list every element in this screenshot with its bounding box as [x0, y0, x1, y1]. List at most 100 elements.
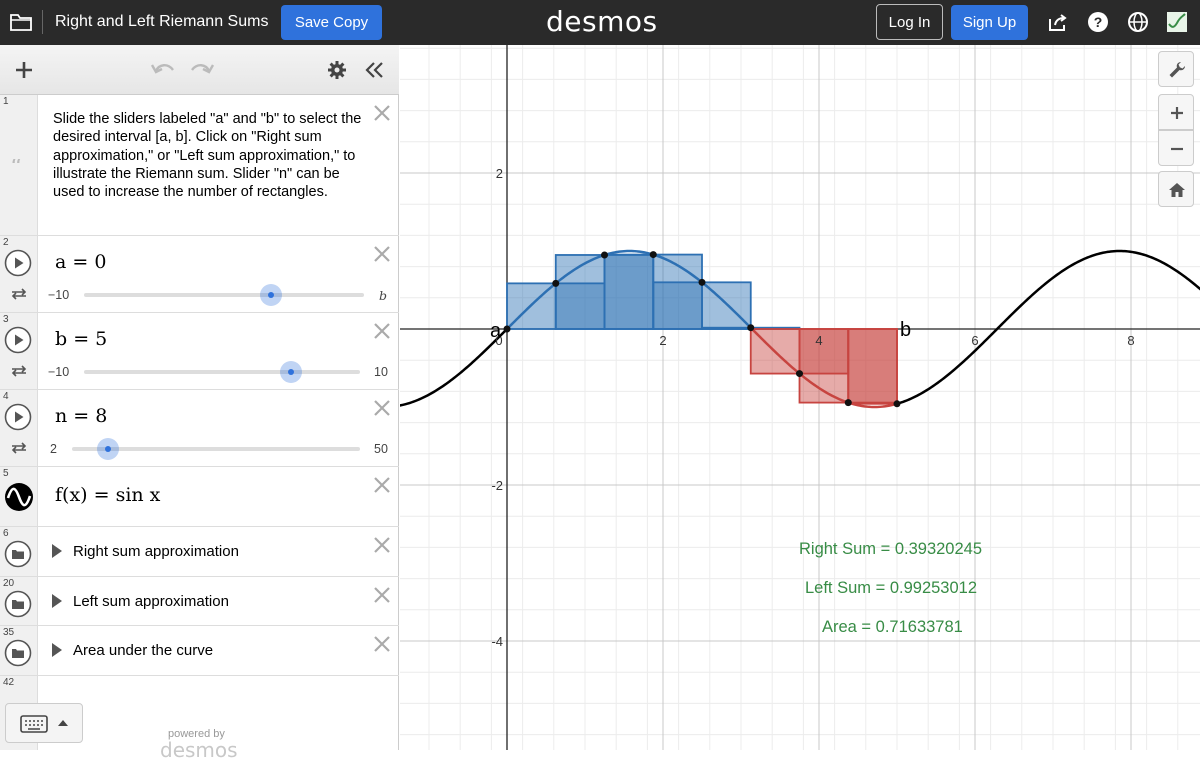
point-a-label: a: [490, 320, 502, 342]
graph-settings-button[interactable]: [1158, 51, 1194, 87]
collapse-panel-icon[interactable]: [364, 59, 386, 81]
slider-a-math[interactable]: a = 0: [55, 251, 106, 273]
expression-gutter: 2: [0, 236, 38, 312]
close-icon[interactable]: [373, 635, 391, 653]
add-expression-icon[interactable]: [13, 59, 35, 81]
slider-min[interactable]: −10: [48, 365, 69, 379]
gear-icon[interactable]: [327, 60, 347, 80]
close-icon[interactable]: [373, 322, 391, 340]
slider-track[interactable]: [84, 370, 360, 374]
folder-label[interactable]: Left sum approximation: [73, 593, 229, 610]
globe-icon[interactable]: [1127, 11, 1149, 33]
y-tick-label: -4: [491, 634, 503, 649]
right-sum-label: Right Sum = 0.39320245: [799, 540, 983, 558]
play-icon[interactable]: [4, 403, 32, 431]
graph-paper[interactable]: 2 4 6 8 0 2 -2 -4 a b Right Sum = 0.39320245 Left…: [400, 45, 1200, 750]
folder-right-sum[interactable]: 6 Right sum approximation: [0, 527, 399, 577]
redo-icon[interactable]: [189, 59, 215, 79]
graph-style-icon[interactable]: [4, 482, 34, 512]
close-icon[interactable]: [373, 536, 391, 554]
folder-icon[interactable]: [8, 10, 34, 34]
keyboard-icon: [20, 715, 48, 733]
close-icon[interactable]: [373, 245, 391, 263]
graph-thumbnail-icon[interactable]: [1166, 11, 1188, 33]
home-button[interactable]: [1158, 171, 1194, 207]
expand-triangle-icon[interactable]: [51, 543, 63, 559]
slider-n-expression[interactable]: 4 n = 8 2 50: [0, 390, 399, 467]
play-icon[interactable]: [4, 326, 32, 354]
partition-point: [552, 279, 560, 287]
folder-label[interactable]: Right sum approximation: [73, 543, 239, 560]
folder-icon[interactable]: [4, 590, 32, 618]
loop-icon[interactable]: [10, 287, 28, 301]
powered-by-logo: desmos: [160, 738, 238, 762]
slider-handle[interactable]: [280, 361, 302, 383]
right-sum-rectangle: [603, 253, 655, 330]
y-tick-label: -2: [491, 478, 503, 493]
zoom-in-button[interactable]: [1158, 94, 1194, 130]
folder-area[interactable]: 35 Area under the curve: [0, 626, 399, 676]
expression-gutter: 35: [0, 626, 38, 675]
help-icon[interactable]: ?: [1087, 11, 1109, 33]
function-expression[interactable]: 5 f(x) = sin x: [0, 467, 399, 527]
expression-gutter: 6: [0, 527, 38, 576]
expression-number: 2: [3, 237, 9, 248]
close-icon[interactable]: [373, 104, 391, 122]
expression-number: 4: [3, 391, 9, 402]
play-icon[interactable]: [4, 249, 32, 277]
slider-min[interactable]: 2: [50, 442, 57, 456]
loop-icon[interactable]: [10, 364, 28, 378]
x-tick-label: 6: [971, 333, 978, 348]
expand-triangle-icon[interactable]: [51, 642, 63, 658]
partition-point: [601, 251, 608, 259]
home-icon: [1169, 183, 1185, 197]
slider-max[interactable]: 50: [374, 442, 388, 456]
expression-number: 20: [3, 578, 15, 589]
folder-left-sum[interactable]: 20 Left sum approximation: [0, 577, 399, 626]
share-icon[interactable]: [1047, 11, 1069, 33]
note-expression[interactable]: 1 “ Slide the sliders labeled "a" and "b…: [0, 95, 399, 236]
graph-canvas[interactable]: 2 4 6 802-2-4a b: [400, 45, 1200, 750]
expression-gutter: 1 “: [0, 95, 38, 235]
slider-b-expression[interactable]: 3 b = 5 −10 10: [0, 313, 399, 390]
slider-n-math[interactable]: n = 8: [55, 405, 107, 427]
svg-text:?: ?: [1094, 14, 1103, 30]
slider-a-expression[interactable]: 2 a = 0 −10 b: [0, 236, 399, 313]
keyboard-toggle-button[interactable]: [5, 703, 83, 743]
loop-icon[interactable]: [10, 441, 28, 455]
zoom-out-button[interactable]: [1158, 130, 1194, 166]
graph-title[interactable]: Right and Left Riemann Sums: [55, 13, 268, 31]
save-copy-button[interactable]: Save Copy: [281, 5, 382, 40]
slider-handle[interactable]: [97, 438, 119, 460]
folder-label[interactable]: Area under the curve: [73, 642, 213, 659]
slider-b-math[interactable]: b = 5: [55, 328, 107, 350]
undo-icon[interactable]: [150, 59, 176, 79]
slider-track[interactable]: [84, 293, 364, 297]
slider-max[interactable]: b: [379, 288, 387, 303]
folder-icon[interactable]: [4, 540, 32, 568]
left-sum-label: Left Sum = 0.99253012: [805, 579, 978, 597]
expression-number: 1: [3, 96, 9, 107]
quote-icon: “: [10, 159, 22, 173]
close-icon[interactable]: [373, 586, 391, 604]
function-math[interactable]: f(x) = sin x: [55, 484, 160, 506]
log-in-button[interactable]: Log In: [876, 4, 943, 40]
y-tick-label: 2: [496, 166, 503, 181]
close-icon[interactable]: [373, 476, 391, 494]
right-sum-rectangle: [847, 328, 898, 405]
sign-up-button[interactable]: Sign Up: [951, 5, 1028, 40]
divider: [42, 10, 43, 34]
close-icon[interactable]: [373, 399, 391, 417]
function-curve: [896, 249, 1200, 405]
note-text[interactable]: Slide the sliders labeled "a" and "b" to…: [53, 110, 373, 201]
slider-handle[interactable]: [259, 284, 282, 306]
slider-max[interactable]: 10: [374, 365, 388, 379]
panel-toolbar: [0, 45, 399, 95]
expression-number: 5: [3, 468, 9, 479]
partition-point: [649, 251, 657, 259]
expand-triangle-icon[interactable]: [51, 593, 63, 609]
slider-min[interactable]: −10: [48, 288, 69, 302]
top-bar: Right and Left Riemann Sums Save Copy de…: [0, 0, 1200, 45]
folder-icon[interactable]: [4, 639, 32, 667]
svg-text:“: “: [10, 159, 22, 173]
